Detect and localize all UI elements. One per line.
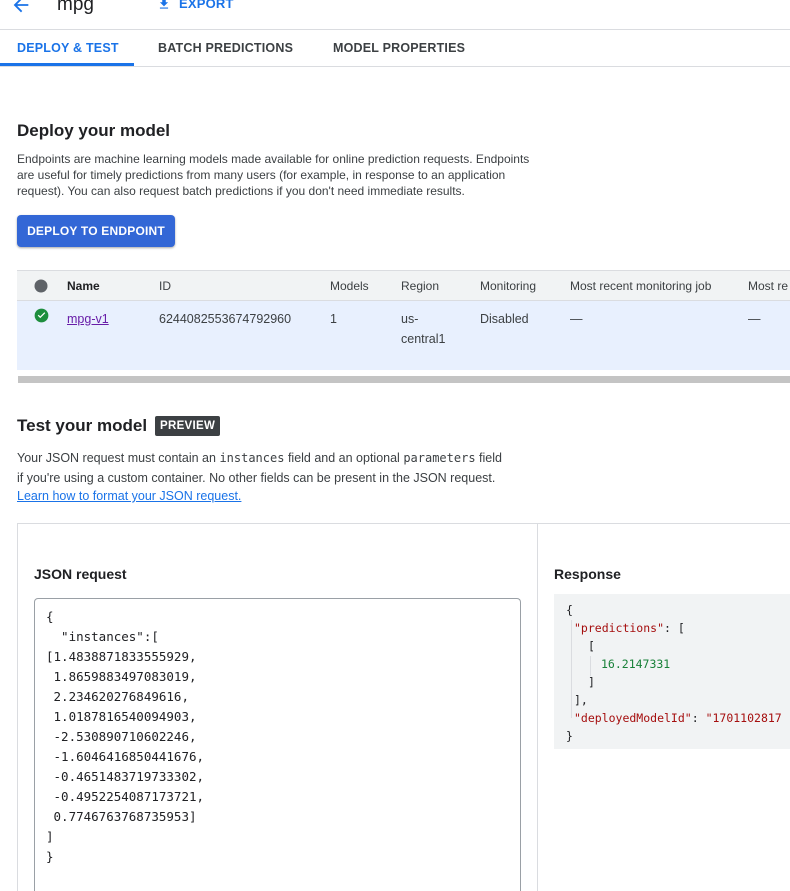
prediction-value: 16.2147331: [601, 657, 671, 671]
export-button[interactable]: EXPORT: [157, 0, 234, 11]
endpoint-name-link[interactable]: mpg-v1: [67, 309, 109, 329]
json-request-text[interactable]: { "instances":[ [1.4838871833555929, 1.8…: [46, 607, 204, 867]
response-label: Response: [554, 566, 621, 582]
column-header-id[interactable]: ID: [159, 279, 171, 293]
json-request-editor[interactable]: { "instances":[ [1.4838871833555929, 1.8…: [34, 598, 521, 891]
endpoint-most-recent: —: [748, 312, 761, 326]
json-request-label: JSON request: [34, 566, 127, 582]
test-description-line: if you're using a custom container. No o…: [17, 471, 496, 485]
tab-batch-predictions[interactable]: BATCH PREDICTIONS: [158, 41, 293, 55]
deploy-description-line: request). You can also request batch pre…: [17, 184, 465, 198]
code-parameters: parameters: [403, 451, 476, 465]
deploy-heading: Deploy your model: [17, 121, 171, 140]
learn-json-format-link[interactable]: Learn how to format your JSON request.: [17, 489, 241, 503]
endpoint-monitoring: Disabled: [480, 312, 529, 326]
column-header-monitoring[interactable]: Monitoring: [480, 279, 536, 293]
panel-divider: [537, 523, 538, 891]
column-header-region[interactable]: Region: [401, 279, 439, 293]
endpoint-region-line: us-: [401, 312, 419, 326]
test-heading: Test your model: [17, 416, 148, 435]
table-horizontal-scrollbar[interactable]: [18, 376, 790, 383]
download-icon: [159, 0, 169, 9]
column-header-models[interactable]: Models: [330, 279, 369, 293]
column-header-most-recent[interactable]: Most re: [748, 279, 788, 293]
tab-deploy-test[interactable]: DEPLOY & TEST: [17, 41, 119, 55]
response-viewer: { "predictions": [ [ 16.2147331 ] ], "de…: [554, 594, 790, 749]
response-deployed-line: "deployedModelId": "1701102817: [574, 711, 782, 725]
endpoint-region: us- central1: [401, 309, 445, 349]
response-close-brace: }: [566, 729, 573, 743]
endpoint-region-line: central1: [401, 332, 446, 346]
deployed-model-id-value: "1701102817: [705, 711, 782, 725]
response-predictions-line: "predictions": [: [574, 621, 685, 635]
endpoint-recent-monitoring-job: —: [570, 312, 583, 326]
response-prediction-line: 16.2147331: [601, 655, 670, 673]
indent-guide: [571, 620, 572, 718]
column-header-name[interactable]: Name: [67, 279, 100, 293]
tab-model-properties[interactable]: MODEL PROPERTIES: [333, 41, 465, 55]
active-tab-indicator: [0, 63, 134, 66]
status-header-icon: [34, 279, 48, 293]
response-open-brace: {: [566, 603, 573, 617]
endpoints-table: Name ID Models Region Monitoring Most re…: [17, 270, 790, 370]
deploy-description: Endpoints are machine learning models ma…: [17, 151, 529, 199]
deploy-description-line: are useful for timely predictions from m…: [17, 168, 506, 182]
test-description: Your JSON request must contain an instan…: [17, 448, 502, 488]
check-circle-icon: [34, 308, 49, 323]
code-instances: instances: [219, 451, 285, 465]
deploy-description-line: Endpoints are machine learning models ma…: [17, 152, 530, 166]
test-description-text: Your JSON request must contain an: [17, 451, 220, 465]
export-label: EXPORT: [179, 0, 234, 11]
preview-badge: PREVIEW: [155, 416, 221, 436]
table-row: mpg-v1 6244082553674792960 1 us- central…: [17, 301, 790, 370]
app-header: mpg EXPORT: [0, 0, 790, 30]
table-header: Name ID Models Region Monitoring Most re…: [17, 271, 790, 301]
test-description-text: field and an optional: [284, 451, 404, 465]
response-array-open: [: [588, 639, 595, 653]
endpoint-models: 1: [330, 312, 337, 326]
deployed-model-id-key: "deployedModelId": [574, 711, 692, 725]
page-title: mpg: [57, 0, 94, 15]
response-array-close: ]: [588, 675, 595, 689]
column-header-recent-monitoring-job[interactable]: Most recent monitoring job: [570, 279, 711, 293]
back-arrow-icon[interactable]: [10, 0, 32, 16]
test-description-line: Your JSON request must contain an instan…: [17, 448, 502, 468]
predictions-key: "predictions": [574, 621, 665, 635]
deploy-to-endpoint-button[interactable]: DEPLOY TO ENDPOINT: [17, 215, 175, 247]
endpoint-id: 6244082553674792960: [159, 312, 292, 326]
tab-bar: DEPLOY & TEST BATCH PREDICTIONS MODEL PR…: [0, 31, 790, 67]
response-predictions-close: ],: [574, 693, 588, 707]
test-description-text: field: [475, 451, 502, 465]
